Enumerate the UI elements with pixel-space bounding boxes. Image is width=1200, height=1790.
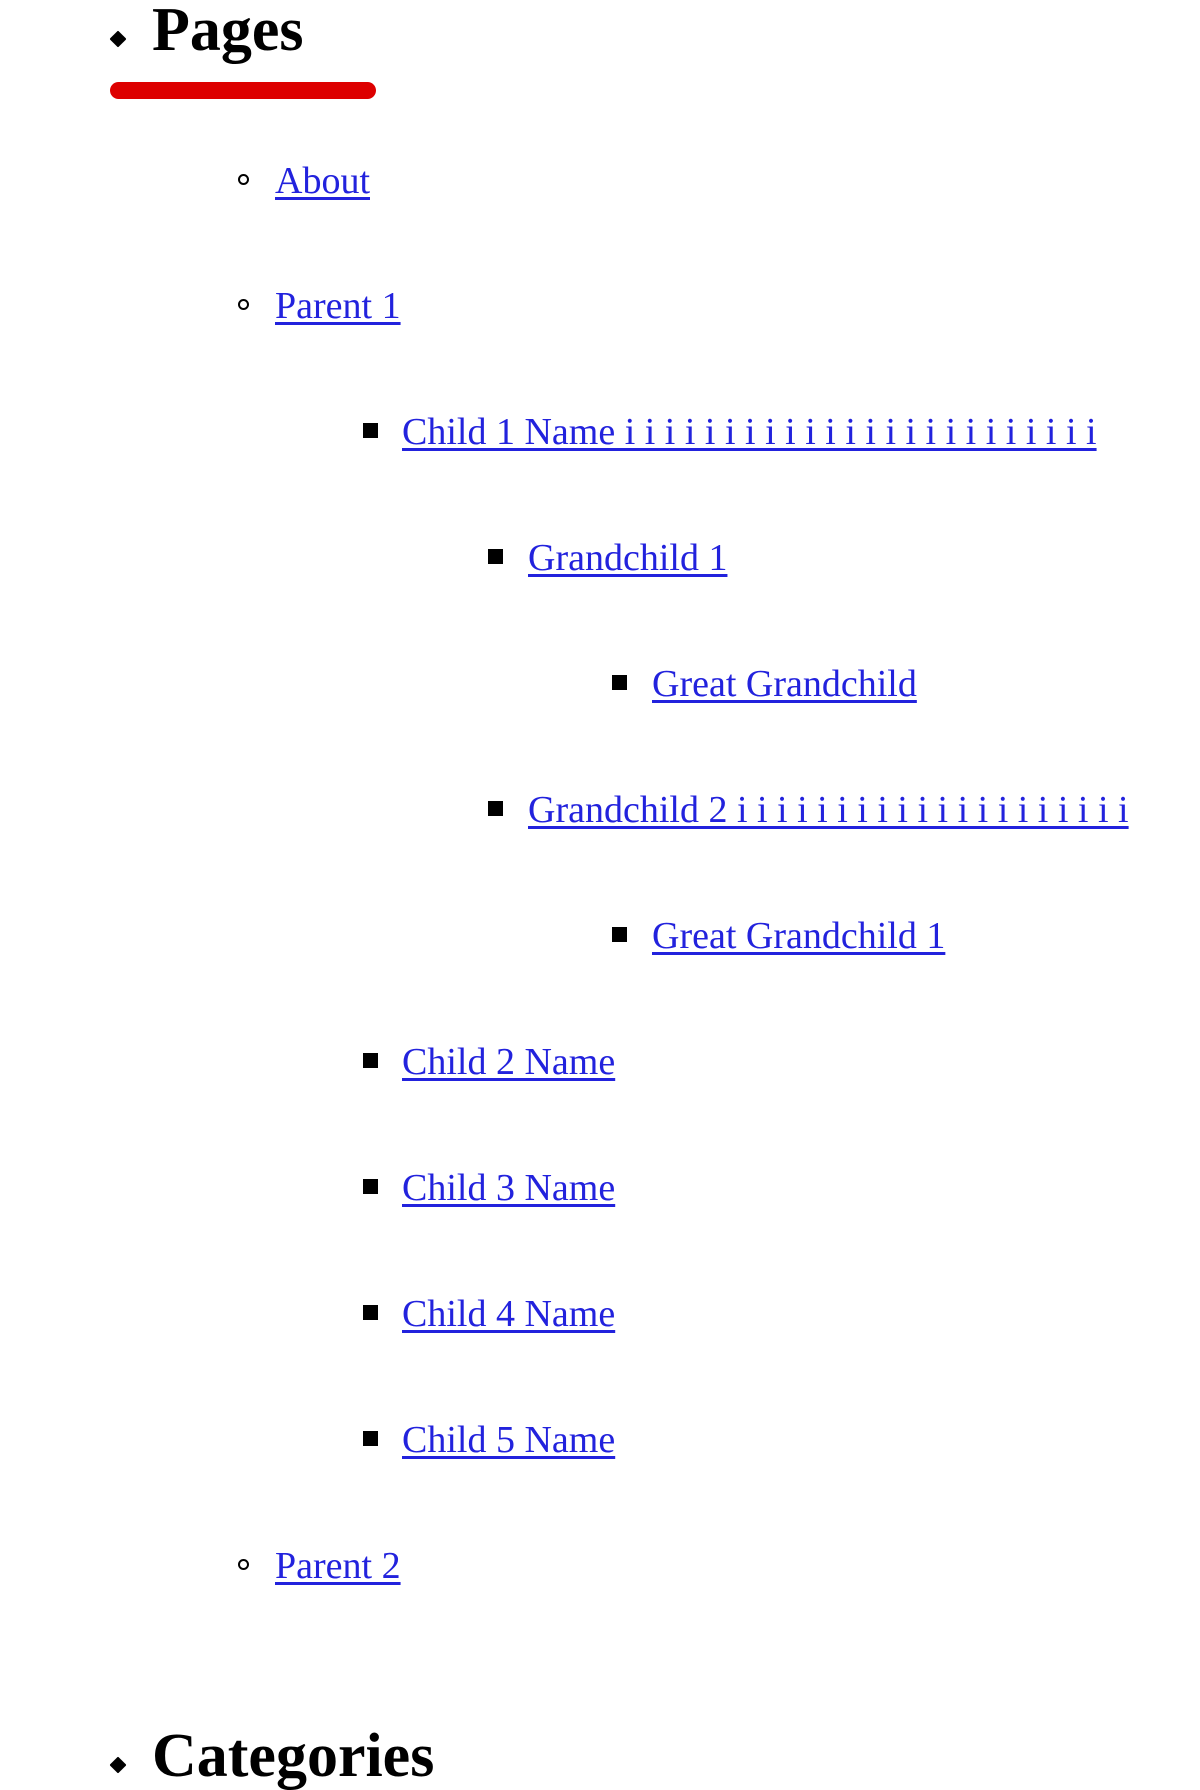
- pages-tree: About Parent 1 Child 1 Name i i i i i i …: [0, 0, 1200, 1587]
- tree-item-parent-1: Parent 1: [0, 285, 1200, 348]
- filled-square-bullet-icon: [363, 1179, 378, 1194]
- hollow-circle-bullet-icon: [238, 174, 249, 185]
- title-underline-rule: [110, 82, 376, 99]
- tree-item-child-1: Child 1 Name i i i i i i i i i i i i i i…: [0, 411, 1200, 474]
- page-link-about[interactable]: About: [275, 160, 370, 202]
- page-root: Pages About Parent 1 Child 1 Name i i i: [0, 0, 1200, 1788]
- tree-item-about: About: [0, 160, 1200, 223]
- page-link-child-1[interactable]: Child 1 Name i i i i i i i i i i i i i i…: [402, 411, 1097, 453]
- filled-square-bullet-icon: [612, 927, 627, 942]
- filled-square-bullet-icon: [363, 1431, 378, 1446]
- page-link-grandchild-1[interactable]: Grandchild 1: [528, 537, 727, 579]
- page-link-child-4[interactable]: Child 4 Name: [402, 1293, 615, 1335]
- widget-list: Pages About Parent 1 Child 1 Name i i i: [0, 0, 1200, 1788]
- tree-item-great-grandchild-1: Great Grandchild 1: [0, 915, 1200, 978]
- filled-square-bullet-icon: [363, 423, 378, 438]
- filled-square-bullet-icon: [612, 675, 627, 690]
- page-link-parent-2[interactable]: Parent 2: [275, 1545, 401, 1587]
- page-link-great-grandchild[interactable]: Great Grandchild: [652, 663, 917, 705]
- tree-item-child-2: Child 2 Name: [0, 1041, 1200, 1104]
- tree-item-child-3: Child 3 Name: [0, 1167, 1200, 1230]
- tree-item-great-grandchild: Great Grandchild: [0, 663, 1200, 726]
- widget-title-categories: Categories: [152, 1722, 435, 1790]
- tree-item-parent-2: Parent 2: [0, 1545, 1200, 1608]
- filled-square-bullet-icon: [488, 549, 503, 564]
- diamond-bullet-icon: [109, 1756, 127, 1774]
- widget-pages: Pages About Parent 1 Child 1 Name i i i: [0, 0, 1200, 1587]
- page-link-child-3[interactable]: Child 3 Name: [402, 1167, 615, 1209]
- page-link-parent-1[interactable]: Parent 1: [275, 285, 401, 327]
- hollow-circle-bullet-icon: [238, 1559, 249, 1570]
- page-link-child-5[interactable]: Child 5 Name: [402, 1419, 615, 1461]
- filled-square-bullet-icon: [488, 801, 503, 816]
- tree-item-grandchild-2: Grandchild 2 i i i i i i i i i i i i i i…: [0, 789, 1200, 852]
- page-link-grandchild-2[interactable]: Grandchild 2 i i i i i i i i i i i i i i…: [528, 789, 1129, 831]
- tree-item-grandchild-1: Grandchild 1: [0, 537, 1200, 600]
- tree-item-child-4: Child 4 Name: [0, 1293, 1200, 1356]
- tree-item-child-5: Child 5 Name: [0, 1419, 1200, 1482]
- filled-square-bullet-icon: [363, 1305, 378, 1320]
- page-link-child-2[interactable]: Child 2 Name: [402, 1041, 615, 1083]
- hollow-circle-bullet-icon: [238, 299, 249, 310]
- page-link-great-grandchild-1[interactable]: Great Grandchild 1: [652, 915, 945, 957]
- widget-title-pages: Pages: [152, 0, 304, 64]
- filled-square-bullet-icon: [363, 1053, 378, 1068]
